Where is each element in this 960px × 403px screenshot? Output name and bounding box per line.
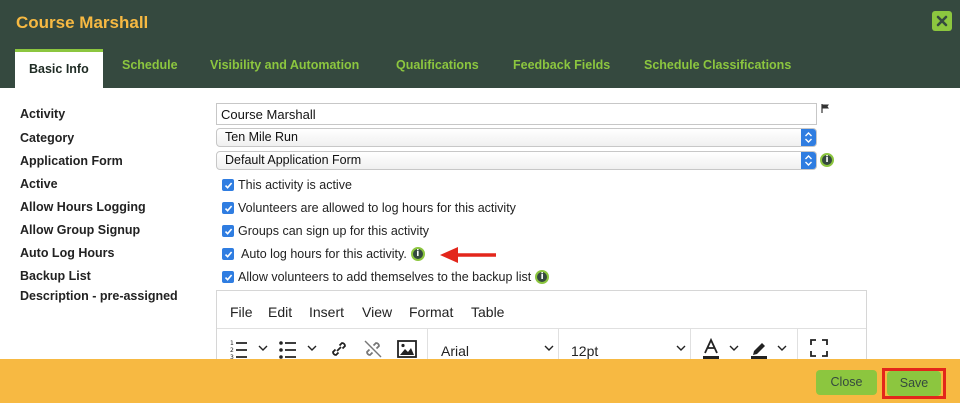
group-signup-checkbox-label: Groups can sign up for this activity [238, 224, 430, 238]
activity-label: Activity [20, 107, 66, 121]
unlink-icon[interactable] [362, 338, 384, 360]
bullet-list-icon[interactable] [278, 338, 300, 360]
hours-logging-checkbox-row: Volunteers are allowed to log hours for … [222, 201, 516, 215]
allow-hours-logging-label: Allow Hours Logging [20, 200, 146, 214]
category-select[interactable]: Ten Mile Run [216, 128, 817, 147]
tab-schedule-classifications[interactable]: Schedule Classifications [644, 58, 791, 80]
select-arrows-icon [801, 152, 816, 169]
numbered-list-icon[interactable]: 123 [229, 338, 251, 360]
auto-log-hours-checkbox[interactable] [222, 248, 234, 260]
chevron-down-icon[interactable] [306, 344, 318, 352]
highlight-color-icon[interactable] [749, 338, 769, 360]
menu-format[interactable]: Format [409, 304, 453, 320]
dialog-header: Course Marshall Basic Info Schedule Visi… [0, 0, 960, 88]
backup-list-checkbox-row: Allow volunteers to add themselves to th… [222, 270, 550, 284]
tab-visibility-and-automation[interactable]: Visibility and Automation [210, 58, 359, 80]
menu-view[interactable]: View [362, 304, 392, 320]
red-arrow-icon [438, 245, 498, 270]
tab-schedule[interactable]: Schedule [122, 58, 178, 80]
tab-basic-info[interactable]: Basic Info [15, 49, 103, 88]
svg-text:2: 2 [230, 347, 234, 354]
info-icon[interactable]: i [820, 153, 834, 167]
auto-log-hours-checkbox-row: Auto log hours for this activity. i [222, 247, 425, 261]
close-icon[interactable] [932, 11, 952, 31]
font-size-dropdown[interactable]: 12pt [571, 343, 598, 359]
application-form-select-value: Default Application Form [225, 153, 362, 167]
category-select-value: Ten Mile Run [225, 130, 298, 144]
info-icon[interactable]: i [535, 270, 550, 284]
dialog-title: Course Marshall [16, 13, 149, 32]
active-checkbox-label: This activity is active [238, 178, 352, 192]
active-label: Active [20, 177, 58, 191]
group-signup-checkbox-row: Groups can sign up for this activity [222, 224, 429, 238]
select-arrows-icon [801, 129, 816, 146]
image-icon[interactable] [396, 338, 418, 360]
chevron-down-icon[interactable] [675, 344, 687, 352]
menu-table[interactable]: Table [471, 304, 504, 320]
close-button[interactable]: Close [816, 370, 877, 395]
menu-insert[interactable]: Insert [309, 304, 344, 320]
tab-qualifications[interactable]: Qualifications [396, 58, 479, 80]
backup-list-checkbox[interactable] [222, 271, 234, 283]
tab-feedback-fields[interactable]: Feedback Fields [513, 58, 610, 80]
menu-file[interactable]: File [230, 304, 253, 320]
svg-text:1: 1 [230, 340, 234, 347]
chevron-down-icon[interactable] [728, 344, 740, 352]
chevron-down-icon[interactable] [257, 344, 269, 352]
auto-log-hours-checkbox-label: Auto log hours for this activity. [241, 247, 407, 261]
menu-edit[interactable]: Edit [268, 304, 292, 320]
link-icon[interactable] [328, 338, 350, 360]
application-form-select[interactable]: Default Application Form [216, 151, 817, 170]
hours-logging-checkbox[interactable] [222, 202, 234, 214]
category-label: Category [20, 131, 75, 145]
flag-icon[interactable] [821, 104, 830, 116]
hours-logging-checkbox-label: Volunteers are allowed to log hours for … [238, 201, 516, 215]
allow-group-signup-label: Allow Group Signup [20, 223, 141, 237]
description-editor[interactable]: File Edit Insert View Format Table 123 A… [216, 290, 867, 371]
save-highlight-box [882, 368, 946, 399]
font-family-dropdown[interactable]: Arial [441, 343, 469, 359]
active-checkbox-row: This activity is active [222, 178, 352, 192]
auto-log-hours-label: Auto Log Hours [20, 246, 115, 260]
backup-list-label: Backup List [20, 269, 91, 283]
chevron-down-icon[interactable] [543, 344, 555, 352]
activity-input[interactable] [216, 103, 817, 125]
group-signup-checkbox[interactable] [222, 225, 234, 237]
text-color-icon[interactable] [701, 338, 721, 360]
description-pre-assigned-label: Description - pre-assigned [20, 289, 178, 303]
application-form-label: Application Form [20, 154, 123, 168]
editor-menubar: File Edit Insert View Format Table [217, 291, 866, 329]
fullscreen-icon[interactable] [809, 338, 829, 358]
chevron-down-icon[interactable] [776, 344, 788, 352]
backup-list-checkbox-label: Allow volunteers to add themselves to th… [238, 270, 532, 284]
active-checkbox[interactable] [222, 179, 234, 191]
info-icon[interactable]: i [410, 247, 425, 261]
